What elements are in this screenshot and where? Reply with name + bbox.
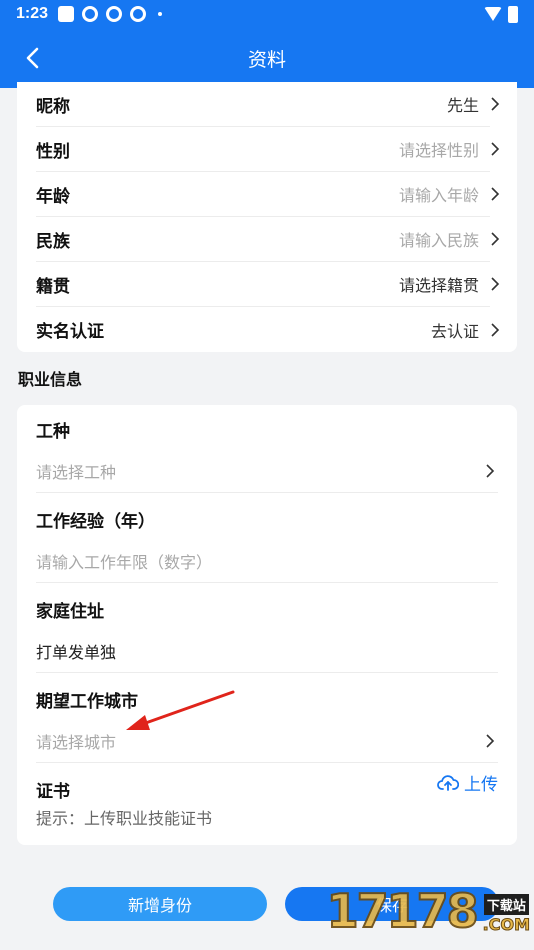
back-icon[interactable] [20, 45, 46, 71]
app-notification-icon [82, 6, 99, 22]
chevron-right-icon [491, 97, 500, 111]
ethnicity-label: 民族 [36, 231, 70, 251]
more-notifications-icon [158, 12, 163, 16]
age-label: 年龄 [36, 186, 70, 206]
experience-input[interactable]: 请输入工作年限（数字） [36, 539, 498, 583]
upload-button[interactable]: 上传 [437, 770, 498, 795]
age-row[interactable]: 年龄 请输入年龄 [36, 172, 500, 217]
chevron-right-icon [491, 142, 500, 156]
nickname-label: 昵称 [36, 96, 70, 116]
chevron-right-icon [486, 733, 495, 748]
nickname-row[interactable]: 昵称 先生 [36, 82, 500, 127]
watermark-badge: 下载站 [483, 894, 529, 915]
address-input[interactable]: 打单发单独 [36, 629, 498, 673]
app-notification-icon [130, 6, 147, 22]
chevron-right-icon [491, 187, 500, 201]
watermark-domain: .COM [482, 915, 530, 935]
hometown-row[interactable]: 籍贯 请选择籍贯 [36, 262, 500, 307]
battery-icon [508, 5, 518, 23]
chevron-right-icon [491, 277, 500, 291]
ethnicity-row[interactable]: 民族 请输入民族 [36, 217, 500, 262]
age-value: 请输入年龄 [398, 188, 479, 205]
watermark-side: 下载站 .COM [482, 894, 531, 935]
certificate-label: 证书 [36, 782, 70, 801]
address-value: 打单发单独 [36, 644, 117, 662]
nickname-value: 先生 [446, 98, 479, 115]
chevron-right-icon [491, 232, 500, 246]
chevron-right-icon [486, 463, 495, 478]
work-type-placeholder: 请选择工种 [36, 464, 117, 482]
status-time: 1:23 [16, 5, 49, 22]
profile-card: 昵称 先生 性别 请选择性别 年龄 请输入年龄 民族 请输入民族 籍贯 请选择籍… [17, 82, 517, 352]
job-section-title: 职业信息 [18, 372, 83, 389]
notification-icon [58, 6, 75, 22]
chevron-right-icon [491, 322, 500, 337]
upload-label: 上传 [464, 775, 498, 794]
hometown-value: 请选择籍贯 [398, 278, 479, 295]
city-label: 期望工作城市 [36, 692, 138, 711]
work-type-select[interactable]: 请选择工种 [36, 449, 498, 493]
certificate-hint: 提示：上传职业技能证书 [36, 811, 213, 828]
page-title: 资料 [247, 49, 286, 71]
gender-row[interactable]: 性别 请选择性别 [36, 127, 500, 172]
address-label: 家庭住址 [36, 602, 104, 621]
work-type-label: 工种 [36, 422, 70, 441]
city-placeholder: 请选择城市 [36, 734, 117, 752]
ethnicity-value: 请输入民族 [398, 233, 479, 250]
watermark-logo: 17178 下载站 .COM [326, 884, 531, 938]
experience-placeholder: 请输入工作年限（数字） [36, 554, 213, 572]
real-name-auth-value: 去认证 [430, 323, 479, 341]
add-identity-button[interactable]: 新增身份 [53, 887, 267, 921]
status-bar: 1:23 [0, 0, 534, 28]
watermark-number: 17178 [326, 884, 480, 938]
wifi-icon [484, 7, 502, 21]
gender-value: 请选择性别 [398, 143, 479, 160]
cloud-upload-icon [437, 774, 459, 791]
city-select[interactable]: 请选择城市 [36, 719, 498, 763]
experience-label: 工作经验（年） [36, 512, 155, 531]
real-name-auth-label: 实名认证 [36, 322, 104, 341]
hometown-label: 籍贯 [36, 276, 70, 296]
app-notification-icon [106, 6, 123, 22]
real-name-auth-row[interactable]: 实名认证 去认证 [36, 307, 517, 352]
gender-label: 性别 [36, 141, 70, 161]
job-card: 工种 请选择工种 工作经验（年） 请输入工作年限（数字） 家庭住址 打单发单独 … [17, 405, 517, 845]
nav-bar: 资料 [0, 28, 534, 88]
